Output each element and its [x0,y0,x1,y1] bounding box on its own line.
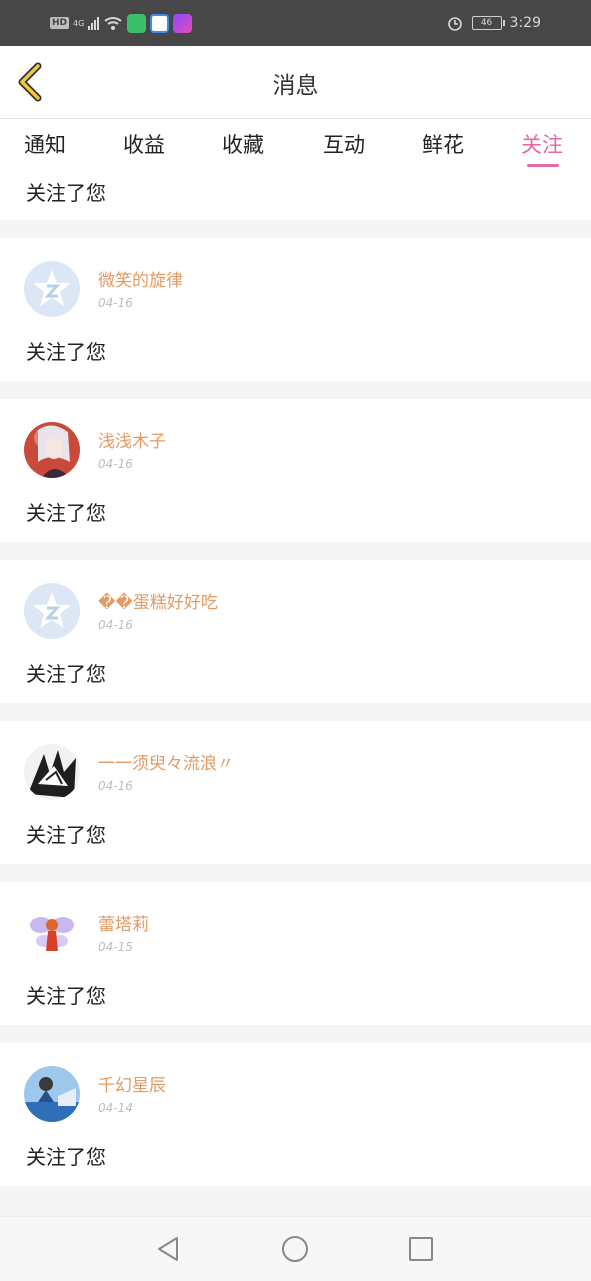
username[interactable]: 浅浅木子 [98,427,166,452]
system-nav-bar [0,1216,591,1281]
list-item-partial[interactable]: 关注了您 [0,174,591,220]
tab-earnings[interactable]: 收益 [123,129,165,159]
clock: 3:29 [509,15,541,31]
alarm-icon [447,17,462,31]
nav-back-icon[interactable] [155,1235,183,1263]
tab-favorites[interactable]: 收藏 [222,129,264,159]
anime-girl-avatar-icon [24,422,80,478]
list-item[interactable]: 千幻星辰 04-14 关注了您 [0,1043,591,1186]
status-bar: HD 4G 46 3:29 [0,0,591,46]
follow-date: 04-14 [98,1101,133,1115]
avatar[interactable] [24,1066,80,1122]
hd-badge: HD [50,17,70,29]
nav-home-icon[interactable] [281,1235,309,1263]
avatar[interactable] [24,905,80,961]
follow-text: 关注了您 [26,340,106,364]
header: 消息 [0,46,591,119]
follow-text: 关注了您 [26,181,106,205]
tab-follows[interactable]: 关注 [521,129,563,159]
username[interactable]: 微笑的旋律 [98,266,183,291]
username[interactable]: 蕾塔莉 [98,910,149,935]
list-item[interactable]: 蕾塔莉 04-15 关注了您 [0,882,591,1025]
tab-flowers[interactable]: 鲜花 [422,129,464,159]
default-avatar-icon [24,583,80,639]
photo-avatar-icon [24,1066,80,1122]
follow-date: 04-15 [98,940,133,954]
follow-text: 关注了您 [26,501,106,525]
status-bar-right: 46 3:29 [446,12,541,34]
network-type: 4G [73,18,85,28]
list-item[interactable]: ��蛋糕好好吃 04-16 关注了您 [0,560,591,703]
fairy-avatar-icon [24,905,80,961]
tab-bar: 通知 收益 收藏 互动 鲜花 关注 [0,119,591,174]
tab-interactions[interactable]: 互动 [323,129,365,159]
avatar[interactable] [24,583,80,639]
follow-date: 04-16 [98,296,133,310]
avatar[interactable] [24,744,80,800]
wifi-icon [104,17,122,30]
default-avatar-icon [24,261,80,317]
follow-text: 关注了您 [26,662,106,686]
follow-text: 关注了您 [26,1145,106,1169]
list-item[interactable]: 浅浅木子 04-16 关注了您 [0,399,591,542]
sketch-avatar-icon [24,744,80,800]
follow-date: 04-16 [98,779,133,793]
list-item[interactable]: 微笑的旋律 04-16 关注了您 [0,238,591,381]
tab-notifications[interactable]: 通知 [24,129,66,159]
app-icon-blue [150,13,170,33]
battery-icon: 46 [471,16,505,30]
nav-recents-icon[interactable] [407,1235,435,1263]
avatar[interactable] [24,261,80,317]
username[interactable]: ��蛋糕好好吃 [98,588,218,613]
username[interactable]: 一一须臾々流浪〃 [98,749,234,774]
follow-text: 关注了您 [26,984,106,1008]
follow-date: 04-16 [98,618,133,632]
follow-text: 关注了您 [26,823,106,847]
avatar[interactable] [24,422,80,478]
follow-date: 04-16 [98,457,133,471]
active-tab-indicator [527,164,559,167]
app-icon-green [127,13,147,33]
signal-icon [88,16,100,30]
username[interactable]: 千幻星辰 [98,1071,166,1096]
status-bar-left: HD 4G [50,12,193,34]
follow-list: 关注了您 微笑的旋律 04-16 关注了您 浅浅木子 04-16 关注了您 ��… [0,174,591,1186]
list-item[interactable]: 一一须臾々流浪〃 04-16 关注了您 [0,721,591,864]
app-icon-purple [173,13,193,33]
page-title: 消息 [272,73,319,99]
